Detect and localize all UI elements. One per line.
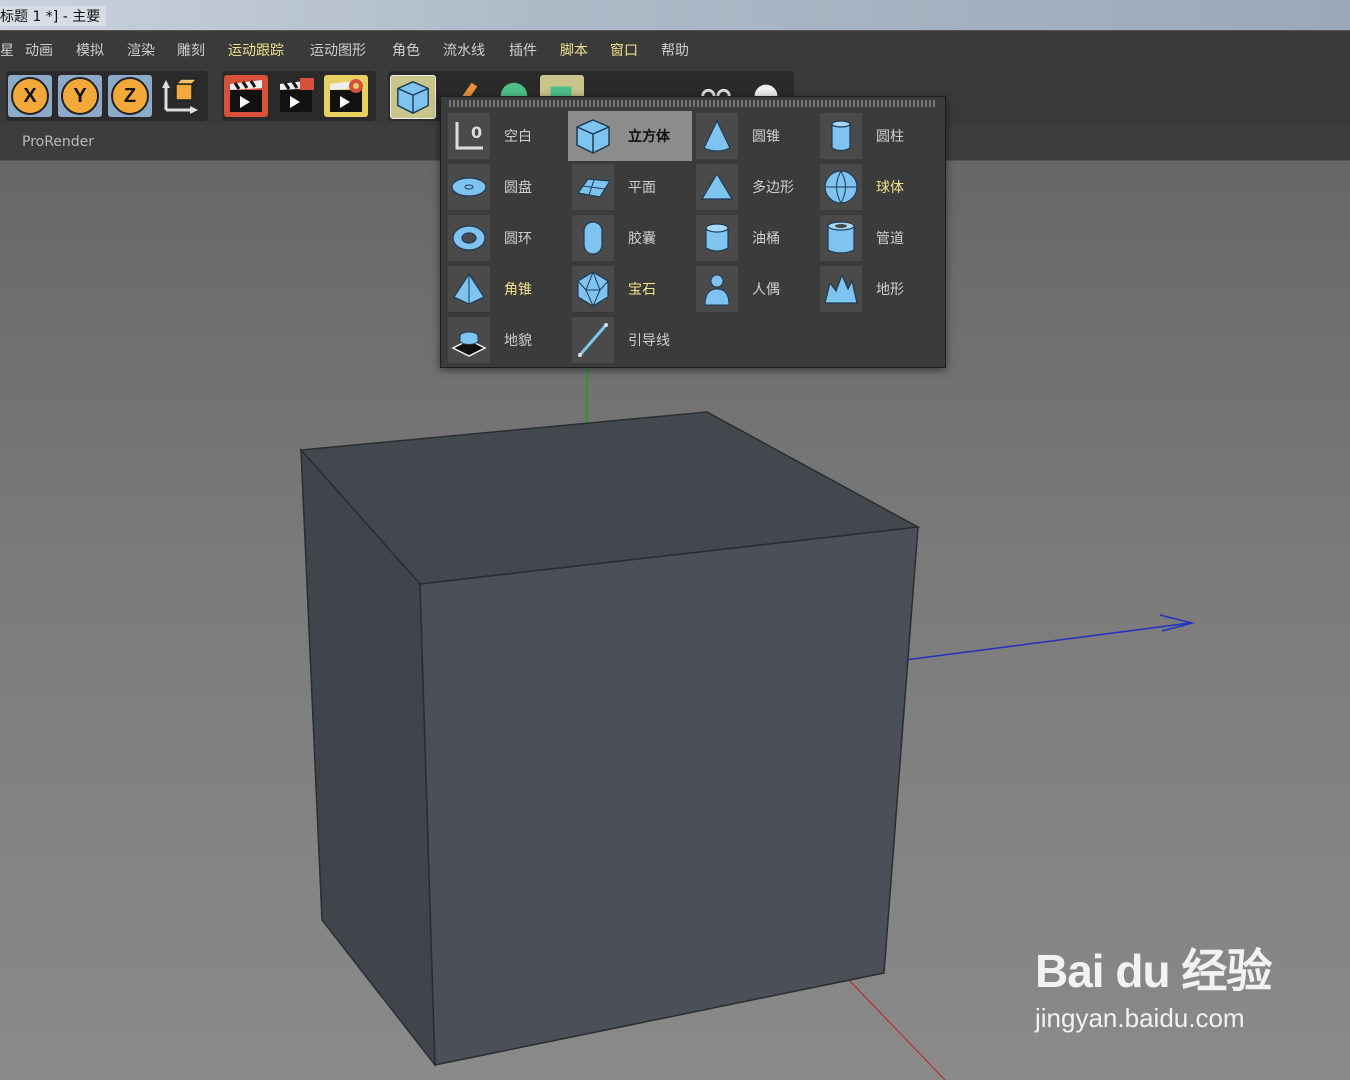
primitive-label: 立方体 [628,129,670,145]
primitive-capsule[interactable]: 胶囊 [568,213,692,263]
render-settings-button[interactable] [324,75,368,117]
cone-icon [696,113,738,159]
watermark-url: jingyan.baidu.com [1035,1003,1245,1033]
menu-item-plugins[interactable]: 插件 [509,40,537,60]
primitive-platonic[interactable]: 宝石 [568,264,692,314]
menu-item-window[interactable]: 窗口 [610,40,638,60]
primitive-guide[interactable]: 引导线 [568,315,692,365]
relief-icon [448,317,490,363]
menu-item-sculpt[interactable]: 雕刻 [177,40,205,60]
primitive-oil-tank[interactable]: 油桶 [692,213,816,263]
primitive-label: 油桶 [752,231,780,247]
primitive-label: 多边形 [752,180,794,196]
primitive-label: 胶囊 [628,231,656,247]
primitive-label: 圆盘 [504,180,532,196]
primitive-landscape[interactable]: 地形 [816,264,940,314]
menu-item-animation[interactable]: 动画 [25,40,53,60]
figure-icon [696,266,738,312]
plane-icon [572,164,614,210]
primitive-cone[interactable]: 圆锥 [692,111,816,161]
title-bar: 标题 1 *] - 主要 [0,0,1350,30]
primitive-relief[interactable]: 地貌 [444,315,568,365]
cube-icon [397,81,429,114]
primitive-label: 管道 [876,231,904,247]
primitive-tube[interactable]: 管道 [816,213,940,263]
primitive-label: 圆柱 [876,129,904,145]
primitive-palette: 0 空白 立方体 圆锥 圆柱 圆盘 平面 多边形 球体 圆环 胶囊 油桶 管道 … [440,96,946,368]
window-title: 标题 1 *] - 主要 [0,6,107,26]
primitive-label: 平面 [628,180,656,196]
landscape-icon [820,266,862,312]
primitive-pyramid[interactable]: 角锥 [444,264,568,314]
cube-tool-button[interactable] [390,75,436,119]
primitive-cube[interactable]: 立方体 [568,111,692,161]
primitive-label: 宝石 [628,282,656,298]
menu-item-character[interactable]: 角色 [392,40,420,60]
primitive-sphere[interactable]: 球体 [816,162,940,212]
capsule-icon [572,215,614,261]
primitive-label: 圆锥 [752,129,780,145]
menu-item-render[interactable]: 渲染 [127,40,155,60]
lock-y-button[interactable]: Y [58,75,102,117]
renderer-label[interactable]: ProRender [22,134,94,150]
primitive-label: 圆环 [504,231,532,247]
primitive-label: 空白 [504,129,532,145]
primitive-label: 引导线 [628,333,670,349]
coordinate-system-button[interactable] [158,75,202,117]
menu-item-simulate[interactable]: 模拟 [76,40,104,60]
menu-item-motion-tracking[interactable]: 运动跟踪 [228,40,284,60]
primitive-cylinder[interactable]: 圆柱 [816,111,940,161]
primitive-label: 人偶 [752,282,780,298]
coordinate-system-icon [162,78,199,114]
oil-tank-icon [696,215,738,261]
primitive-label: 地貌 [504,333,532,349]
primitive-polygon[interactable]: 多边形 [692,162,816,212]
cube-front-face [419,526,919,1066]
primitive-label: 球体 [876,180,904,196]
null-icon: 0 [448,113,490,159]
render-region-button[interactable] [274,75,318,117]
axis-lock-group: X Y Z [6,71,208,121]
clapperboard-icon [230,80,262,112]
palette-grip[interactable] [449,100,937,107]
disc-icon [448,164,490,210]
watermark-brand: Bai du 经验 [1035,945,1272,997]
lock-x-button[interactable]: X [8,75,52,117]
platonic-icon [572,266,614,312]
menu-item-mograph[interactable]: 运动图形 [310,40,366,60]
menu-item-script[interactable]: 脚本 [560,40,588,60]
primitive-null[interactable]: 0 空白 [444,111,568,161]
y-axis-icon: Y [61,77,99,115]
menu-item-0[interactable]: 星 [0,40,14,60]
cube-icon [572,113,614,159]
primitive-figure[interactable]: 人偶 [692,264,816,314]
primitive-disc[interactable]: 圆盘 [444,162,568,212]
primitive-label: 地形 [876,282,904,298]
lock-z-button[interactable]: Z [108,75,152,117]
render-view-button[interactable] [224,75,268,117]
svg-text:0: 0 [471,123,482,142]
pyramid-icon [448,266,490,312]
z-axis-icon: Z [111,77,149,115]
clapperboard-gear-icon [330,79,363,112]
primitive-torus[interactable]: 圆环 [444,213,568,263]
menu-bar: 星 动画 模拟 渲染 雕刻 运动跟踪 运动图形 角色 流水线 插件 脚本 窗口 … [0,30,1350,67]
tube-icon [820,215,862,261]
guide-icon [572,317,614,363]
baidu-watermark: Bai du 经验 jingyan.baidu.com [1035,935,1272,1034]
torus-icon [448,215,490,261]
render-group [222,71,376,121]
cylinder-icon [820,113,862,159]
z-axis-line [904,622,1191,661]
primitive-label: 角锥 [504,282,532,298]
menu-item-help[interactable]: 帮助 [661,40,689,60]
sphere-icon [820,164,862,210]
x-axis-icon: X [11,77,49,115]
polygon-icon [696,164,738,210]
menu-item-pipeline[interactable]: 流水线 [443,40,485,60]
primitive-plane[interactable]: 平面 [568,162,692,212]
clapperboard-icon [280,78,314,112]
